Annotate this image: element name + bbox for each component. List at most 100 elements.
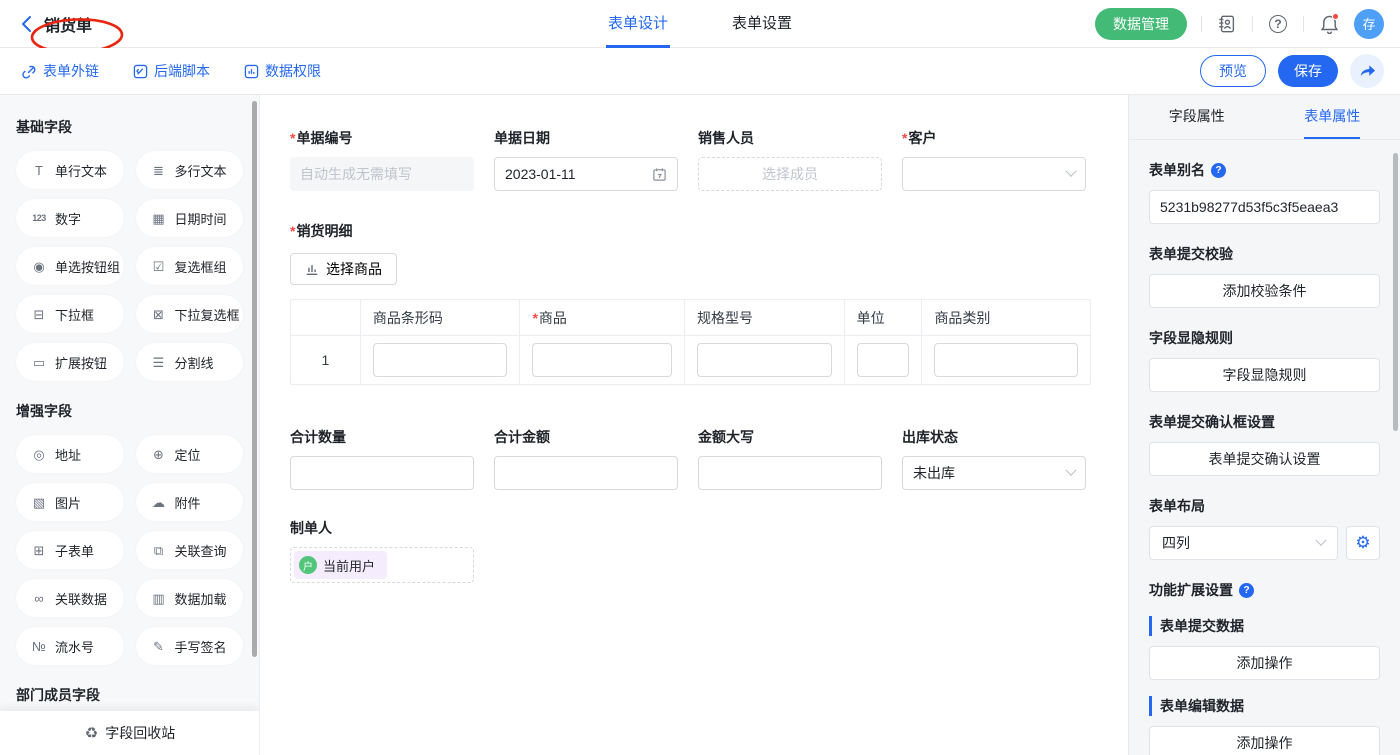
field-visibility-button[interactable]: 字段显隐规则 xyxy=(1149,358,1380,392)
form-external-link[interactable]: 表单外链 xyxy=(22,61,99,81)
datetime-icon: ▦ xyxy=(150,212,168,225)
field-item-radio-group[interactable]: ◉单选按钮组 xyxy=(16,247,124,285)
field-item-linked-query[interactable]: ⧉关联查询 xyxy=(136,531,244,569)
field-item-datetime[interactable]: ▦日期时间 xyxy=(136,199,244,237)
field-customer[interactable]: *客户 xyxy=(902,128,1086,191)
form-layout-select[interactable]: 四列 xyxy=(1149,526,1338,560)
field-visibility-label: 字段显隐规则 xyxy=(1149,328,1380,348)
form-design-canvas: *单据编号 自动生成无需填写 单据日期 2023-01-11 销售人员 选择成员… xyxy=(260,95,1128,755)
radio-group-icon: ◉ xyxy=(30,260,48,273)
share-button[interactable] xyxy=(1350,54,1384,88)
tab-form-settings[interactable]: 表单设置 xyxy=(730,0,794,48)
field-item-image[interactable]: ▧图片 xyxy=(16,483,124,521)
outbound-status-value: 未出库 xyxy=(913,463,955,483)
field-item-dropdown[interactable]: ⊟下拉框 xyxy=(16,295,124,333)
chevron-down-icon xyxy=(1065,166,1076,177)
field-outbound-status[interactable]: 出库状态 未出库 xyxy=(902,427,1086,490)
field-item-multi-line-text[interactable]: ≣多行文本 xyxy=(136,151,244,189)
field-item-divider[interactable]: ☰分割线 xyxy=(136,343,244,381)
field-item-address[interactable]: ◎地址 xyxy=(16,435,124,473)
help-badge-icon[interactable]: ? xyxy=(1239,583,1254,598)
field-sales-person[interactable]: 销售人员 选择成员 xyxy=(698,128,882,191)
required-asterisk: * xyxy=(902,130,907,146)
extend-button-icon: ▭ xyxy=(30,356,48,369)
category-input[interactable] xyxy=(934,343,1078,377)
field-item-dropdown-multi[interactable]: ⊠下拉复选框 xyxy=(136,295,244,333)
field-order-date[interactable]: 单据日期 2023-01-11 xyxy=(494,128,678,191)
submit-validation-label: 表单提交校验 xyxy=(1149,244,1380,264)
bar-chart-icon xyxy=(305,262,319,276)
field-recycle-bin[interactable]: ♻ 字段回收站 xyxy=(0,711,260,755)
barcode-input[interactable] xyxy=(373,343,508,377)
submit-confirm-button[interactable]: 表单提交确认设置 xyxy=(1149,442,1380,476)
field-total-amount[interactable]: 合计金额 xyxy=(494,427,678,490)
field-item-extend-button[interactable]: ▭扩展按钮 xyxy=(16,343,124,381)
recycle-icon: ♻ xyxy=(85,724,98,742)
save-button[interactable]: 保存 xyxy=(1278,55,1338,87)
add-validation-button[interactable]: 添加校验条件 xyxy=(1149,274,1380,308)
avatar[interactable]: 存 xyxy=(1354,9,1384,39)
backend-script-link[interactable]: 后端脚本 xyxy=(133,61,210,81)
image-icon: ▧ xyxy=(30,496,48,509)
data-permission-link[interactable]: 数据权限 xyxy=(244,61,321,81)
divider xyxy=(1303,16,1304,32)
dropdown-multi-icon: ⊠ xyxy=(150,308,168,321)
address-icon: ◎ xyxy=(30,448,48,461)
field-item-signature[interactable]: ✎手写签名 xyxy=(136,627,244,665)
top-header: 销货单 表单设计 表单设置 数据管理 ? 存 xyxy=(0,0,1400,48)
field-item-single-line-text[interactable]: T单行文本 xyxy=(16,151,124,189)
subform-icon: ⊞ xyxy=(30,544,48,557)
notification-dot xyxy=(1332,13,1339,20)
field-item-data-load[interactable]: ▥数据加载 xyxy=(136,579,244,617)
extension-settings-label: 功能扩展设置 ? xyxy=(1149,580,1380,600)
current-user-chip[interactable]: 户 当前用户 xyxy=(294,551,387,579)
field-creator[interactable]: 制单人 户 当前用户 xyxy=(290,518,1128,583)
field-item-number[interactable]: 123数字 xyxy=(16,199,124,237)
header-tabs: 表单设计 表单设置 xyxy=(606,0,794,48)
field-item-attachment[interactable]: ☁附件 xyxy=(136,483,244,521)
sub-toolbar: 表单外链 后端脚本 数据权限 预览 保存 xyxy=(0,48,1400,95)
field-total-quantity[interactable]: 合计数量 xyxy=(290,427,474,490)
field-item-subform[interactable]: ⊞子表单 xyxy=(16,531,124,569)
panel-scrollbar[interactable] xyxy=(1393,153,1398,431)
data-manage-button[interactable]: 数据管理 xyxy=(1095,8,1187,40)
field-item-linked-data[interactable]: ∞关联数据 xyxy=(16,579,124,617)
bell-icon[interactable] xyxy=(1318,13,1340,35)
column-header-product: *商品 xyxy=(520,300,685,335)
gear-icon: ⚙ xyxy=(1355,533,1370,553)
submit-confirm-label: 表单提交确认框设置 xyxy=(1149,412,1380,432)
sidebar-scrollbar[interactable] xyxy=(252,101,257,657)
select-product-button[interactable]: 选择商品 xyxy=(290,253,397,285)
tab-form-properties[interactable]: 表单属性 xyxy=(1265,95,1400,139)
form-alias-label: 表单别名 ? xyxy=(1149,160,1380,180)
field-amount-in-words[interactable]: 金额大写 xyxy=(698,427,882,490)
layout-settings-button[interactable]: ⚙ xyxy=(1346,526,1380,560)
location-icon: ⊕ xyxy=(150,448,168,461)
field-item-serial-number[interactable]: №流水号 xyxy=(16,627,124,665)
section-title-member-fields: 部门成员字段 xyxy=(16,685,243,705)
field-order-number[interactable]: *单据编号 自动生成无需填写 xyxy=(290,128,474,191)
tab-field-properties[interactable]: 字段属性 xyxy=(1129,95,1265,139)
form-alias-input[interactable]: 5231b98277d53f5c3f5eaea3 xyxy=(1149,190,1380,224)
help-badge-icon[interactable]: ? xyxy=(1211,163,1226,178)
unit-input[interactable] xyxy=(857,343,910,377)
divider xyxy=(1252,16,1253,32)
tab-form-design[interactable]: 表单设计 xyxy=(606,0,670,48)
field-item-checkbox-group[interactable]: ☑复选框组 xyxy=(136,247,244,285)
edit-data-add-button[interactable]: 添加操作 xyxy=(1149,726,1380,755)
contact-book-icon[interactable] xyxy=(1216,13,1238,35)
submit-data-label: 表单提交数据 xyxy=(1149,616,1380,636)
product-input[interactable] xyxy=(532,343,672,377)
user-avatar-icon: 户 xyxy=(299,556,317,574)
back-icon[interactable] xyxy=(20,15,38,33)
share-arrow-icon xyxy=(1359,64,1376,79)
preview-button[interactable]: 预览 xyxy=(1200,55,1266,87)
dropdown-icon: ⊟ xyxy=(30,308,48,321)
single-line-text-icon: T xyxy=(30,164,48,177)
help-icon[interactable]: ? xyxy=(1267,13,1289,35)
spec-input[interactable] xyxy=(697,343,832,377)
submit-data-add-button[interactable]: 添加操作 xyxy=(1149,646,1380,680)
column-header-barcode: 商品条形码 xyxy=(361,300,521,335)
field-item-location[interactable]: ⊕定位 xyxy=(136,435,244,473)
checkbox-group-icon: ☑ xyxy=(150,260,168,273)
